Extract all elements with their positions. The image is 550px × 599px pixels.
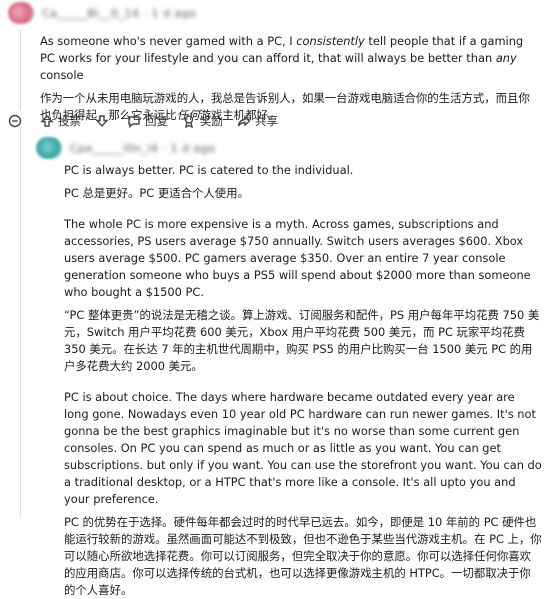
award-label: 奖励 — [200, 114, 223, 128]
award-button[interactable]: 奖励 — [182, 113, 223, 129]
upvote-icon — [40, 114, 54, 127]
reply-label: 回复 — [145, 114, 168, 128]
upvote-button[interactable]: 投票 — [40, 113, 81, 129]
thread-line — [20, 30, 21, 110]
comment-text-en: As someone who's never gamed with a PC, … — [40, 34, 524, 82]
reply-icon — [128, 116, 140, 128]
award-icon — [184, 115, 194, 128]
reply-p2-en: The whole PC is more expensive is a myth… — [64, 217, 531, 299]
reply-body: PC is always better. PC is catered to th… — [64, 162, 542, 599]
reply-p1-en: PC is always better. PC is catered to th… — [64, 163, 354, 177]
downvote-button[interactable] — [95, 114, 113, 128]
share-label: 共享 — [255, 114, 278, 128]
reply-header: Cpe_____l0n_l4 · 1 d ago — [28, 135, 548, 161]
upvote-label: 投票 — [58, 114, 81, 128]
comment-header: Ca_____Bl__0_14 · 1 d ago — [0, 0, 550, 26]
reply-p1-zh: PC 总是更好。PC 更适合个人使用。 — [64, 186, 249, 200]
username-redacted[interactable]: Cpe_____l0n_l4 · 1 d ago — [70, 142, 215, 155]
reply-p3-en: PC is about choice. The days where hardw… — [64, 390, 542, 506]
collapse-icon — [8, 114, 22, 128]
avatar[interactable] — [36, 137, 62, 159]
share-icon — [237, 115, 251, 127]
comment-parent: Ca_____Bl__0_14 · 1 d ago — [0, 0, 550, 26]
avatar[interactable] — [8, 2, 34, 24]
comment-reply: Cpe_____l0n_l4 · 1 d ago — [28, 135, 548, 161]
comment-action-bar: 投票 回复 奖励 共享 — [8, 111, 292, 131]
reply-p2-zh: “PC 整体更贵”的说法是无稽之谈。算上游戏、订阅服务和配件，PS 用户每年平均… — [64, 308, 540, 373]
reply-p3-zh: PC 的优势在于选择。硬件每年都会过时的时代早已远去。如今，即便是 10 年前的… — [64, 515, 542, 597]
collapse-button[interactable] — [8, 114, 26, 128]
thread-line-nested — [20, 128, 21, 518]
reply-button[interactable]: 回复 — [127, 113, 168, 129]
downvote-icon — [95, 115, 109, 128]
username-redacted[interactable]: Ca_____Bl__0_14 · 1 d ago — [42, 7, 196, 20]
share-button[interactable]: 共享 — [237, 113, 278, 129]
